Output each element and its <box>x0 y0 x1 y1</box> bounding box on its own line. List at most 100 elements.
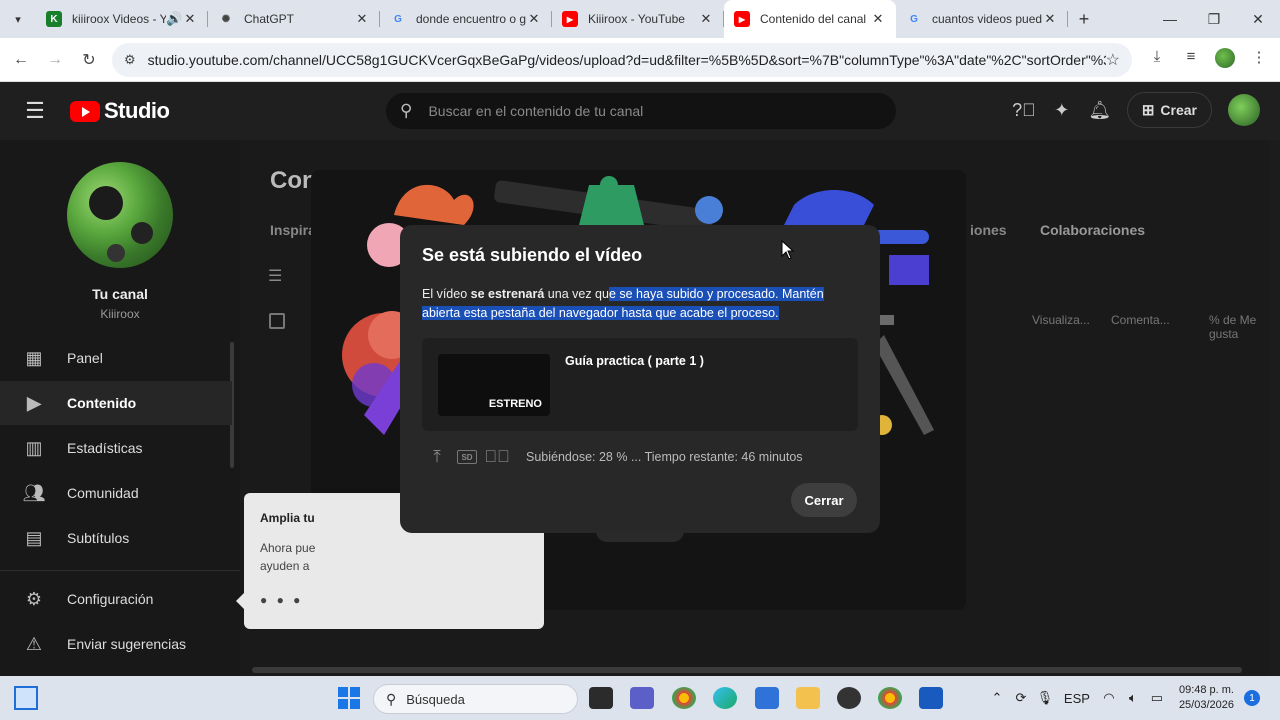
account-avatar[interactable] <box>1228 94 1260 126</box>
address-bar: ← → ↻ ⚙ studio.youtube.com/channel/UCC58… <box>0 38 1280 82</box>
sidebar-item-subtitles[interactable]: ▤ Subtítulos <box>0 516 232 560</box>
widgets-icon[interactable] <box>14 686 38 710</box>
new-tab-button[interactable]: + <box>1068 9 1100 30</box>
sidebar-item-panel[interactable]: ▦ Panel <box>0 336 232 380</box>
search-input[interactable]: ⚲ Buscar en el contenido de tu canal <box>386 93 896 129</box>
reload-icon[interactable]: ↻ <box>72 50 106 70</box>
feedback-icon: ⚠ <box>25 633 43 654</box>
chevron-up-icon[interactable]: ⌃ <box>985 690 1009 706</box>
clock[interactable]: 09:48 p. m. 25/03/2026 <box>1179 683 1234 713</box>
task-view-icon[interactable] <box>589 687 613 709</box>
windows-taskbar: ⚲ Búsqueda ⌃ ⟳ 🎙︎ ESP ◠ 🔈︎ ▭ 09:48 p. m.… <box>0 676 1280 720</box>
horizontal-scrollbar[interactable] <box>252 667 1242 673</box>
sidebar-item-community[interactable]: 👥︎ Comunidad <box>0 471 232 515</box>
sparkle-icon[interactable]: ✦ <box>1043 100 1081 121</box>
download-icon[interactable]: ⤓ <box>1140 48 1174 72</box>
sd-icon: SD <box>457 450 477 464</box>
site-info-icon[interactable]: ⚙ <box>124 52 136 68</box>
filter-icon[interactable]: ☰ <box>268 266 282 286</box>
battery-icon[interactable]: ▭ <box>1145 690 1169 706</box>
select-all-checkbox[interactable] <box>269 313 285 329</box>
tab-close-icon[interactable]: ✕ <box>354 11 370 27</box>
video-thumbnail: ESTRENO <box>438 354 550 416</box>
browser-tab[interactable]: G donde encuentro o g ✕ <box>380 0 552 38</box>
tab-close-icon[interactable]: ✕ <box>870 11 886 27</box>
tab-close-icon[interactable]: ✕ <box>526 11 542 27</box>
channel-avatar[interactable] <box>67 162 173 268</box>
mouse-cursor-icon <box>781 240 795 260</box>
channel-name[interactable]: Tu canal <box>0 286 240 302</box>
message-bold: se estrenará <box>470 287 545 301</box>
sidebar-item-label: Panel <box>67 350 103 366</box>
back-icon[interactable]: ← <box>4 51 38 69</box>
sync-icon[interactable]: ⟳ <box>1009 690 1033 706</box>
wifi-icon[interactable]: ◠ <box>1097 690 1121 706</box>
studio-logo[interactable]: Studio <box>70 98 170 124</box>
edge-icon[interactable] <box>713 687 737 709</box>
windows-start-icon[interactable] <box>338 687 360 709</box>
upload-status-text: Subiéndose: 28 % ... Tiempo restante: 46… <box>526 450 803 464</box>
menu-icon[interactable]: ☰ <box>0 98 70 124</box>
sidebar-item-label: Configuración <box>67 591 154 607</box>
url-field[interactable]: ⚙ studio.youtube.com/channel/UCC58g1GUCK… <box>112 42 1132 77</box>
premiere-badge: ESTRENO <box>488 398 542 410</box>
app-icon[interactable] <box>837 687 861 709</box>
browser-tab[interactable]: ✺ ChatGPT ✕ <box>208 0 380 38</box>
minimize-icon[interactable]: — <box>1148 11 1192 28</box>
tab-close-icon[interactable]: ✕ <box>182 11 198 27</box>
media-control-icon[interactable]: ≡ <box>1174 48 1208 72</box>
url-text[interactable]: studio.youtube.com/channel/UCC58g1GUCKVc… <box>148 52 1106 68</box>
notification-badge[interactable]: 1 <box>1244 690 1260 706</box>
word-icon[interactable] <box>919 687 943 709</box>
video-card: ESTRENO Guía practica ( parte 1 ) <box>422 338 858 431</box>
microphone-icon[interactable]: 🎙︎ <box>1033 690 1057 706</box>
column-header-views[interactable]: Visualiza... <box>1032 313 1090 327</box>
sidebar-item-analytics[interactable]: ▥ Estadísticas <box>0 426 232 470</box>
promo-body-line: Ahora pue <box>260 541 316 555</box>
volume-icon[interactable]: 🔈︎ <box>1121 690 1145 706</box>
tab-close-icon[interactable]: ✕ <box>1042 11 1058 27</box>
chrome-icon[interactable] <box>672 687 696 709</box>
sidebar-item-settings[interactable]: ⚙ Configuración <box>0 577 232 621</box>
store-icon[interactable] <box>755 687 779 709</box>
tab-search-dropdown[interactable]: ▾ <box>0 0 36 38</box>
sidebar-item-content[interactable]: ▶ Contenido <box>0 381 232 425</box>
tab-close-icon[interactable]: ✕ <box>698 11 714 27</box>
close-window-icon[interactable]: ✕ <box>1236 11 1280 28</box>
close-button[interactable]: Cerrar <box>791 483 857 517</box>
bookmark-star-icon[interactable]: ☆ <box>1106 50 1120 70</box>
youtube-icon: ▶ <box>734 11 750 27</box>
taskbar-search[interactable]: ⚲ Búsqueda <box>373 684 578 714</box>
help-icon[interactable]: ?⃝ <box>1005 100 1043 121</box>
profile-avatar[interactable] <box>1208 47 1242 72</box>
speaker-icon[interactable]: 🔊 <box>166 11 182 27</box>
column-header-comments[interactable]: Comenta... <box>1111 313 1170 327</box>
carousel-dots[interactable]: ● ● ● <box>260 593 303 607</box>
browser-menu-icon[interactable]: ⋮ <box>1242 48 1276 72</box>
clock-date: 25/03/2026 <box>1178 699 1234 711</box>
tab-title: ChatGPT <box>244 12 295 26</box>
tab-inspiration[interactable]: Inspira <box>270 222 316 238</box>
teams-icon[interactable] <box>630 687 654 709</box>
promo-body-line: ayuden a <box>260 559 310 573</box>
sidebar-item-feedback[interactable]: ⚠ Enviar sugerencias <box>0 622 232 666</box>
browser-tab[interactable]: ▶ Kiiiroox - YouTube ✕ <box>552 0 724 38</box>
forward-icon[interactable]: → <box>38 51 72 69</box>
browser-tab[interactable]: K kiiiroox Videos - Y 🔊 ✕ <box>36 0 208 38</box>
browser-tab[interactable]: G cuantos videos pued ✕ <box>896 0 1068 38</box>
create-button[interactable]: ⊞ Crear <box>1126 92 1212 128</box>
language-indicator[interactable]: ESP <box>1057 691 1097 706</box>
bell-icon[interactable]: 🔔︎ <box>1081 100 1119 121</box>
page-scrollbar[interactable] <box>1270 140 1280 676</box>
chatgpt-icon: ✺ <box>221 13 231 25</box>
promo-title: Amplia tu <box>260 511 315 525</box>
browser-tab-active[interactable]: ▶ Contenido del canal ✕ <box>724 0 896 38</box>
check-circle-icon: ✓⃝ <box>484 447 510 466</box>
tab-collaborations[interactable]: Colaboraciones <box>1040 222 1145 238</box>
dialog-title: Se está subiendo el vídeo <box>422 245 643 265</box>
maximize-icon[interactable]: ❐ <box>1192 11 1236 28</box>
chrome-profile-icon[interactable] <box>878 687 902 709</box>
upload-dialog: Se está subiendo el vídeo El vídeo se es… <box>400 225 880 533</box>
tab-partial[interactable]: iones <box>970 222 1007 238</box>
file-explorer-icon[interactable] <box>796 687 820 709</box>
